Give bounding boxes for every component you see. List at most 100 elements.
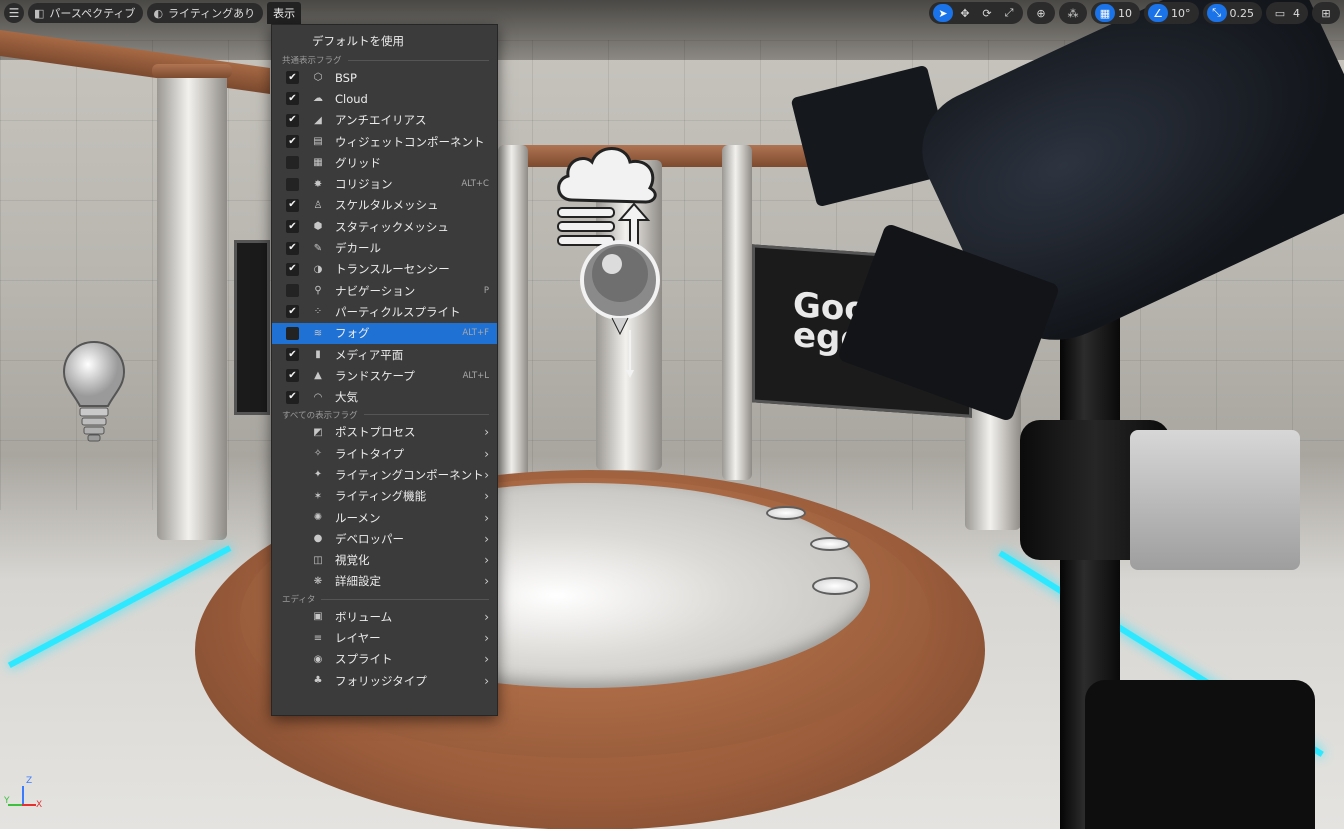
camera-speed-button[interactable]: ▭ [1270,4,1290,22]
submenu-item[interactable]: ▣ ボリューム › [272,606,497,627]
show-flag-checkbox[interactable] [286,177,299,191]
show-flag-checkbox[interactable]: ✔ [286,369,299,383]
volume-icon: ▣ [313,611,323,623]
lit-sphere-icon: ◐ [153,6,164,20]
axis-z-line [22,786,24,806]
show-flag-item[interactable]: ✔ ◢ アンチエイリアス [272,110,497,131]
show-flag-item[interactable]: ⚲ ナビゲーション P [272,280,497,301]
show-flag-checkbox[interactable] [286,284,299,298]
grid-snap-value[interactable]: 10 [1117,7,1136,20]
section-divider [321,598,489,600]
submenu-item[interactable]: ✺ ルーメン › [272,507,497,528]
all-flags-header: すべての表示フラグ [282,410,358,421]
antialias-icon: ◢ [314,114,322,126]
show-flag-item[interactable]: ✔ ✎ デカール [272,237,497,258]
show-flag-checkbox[interactable] [286,156,299,170]
show-flag-item[interactable]: ✔ ▲ ランドスケープ ALT+L [272,365,497,386]
section-divider [363,414,489,416]
submenu-item[interactable]: ♣ フォリッジタイプ › [272,670,497,691]
editor-flags-list: ▣ ボリューム › ≡ レイヤー › ◉ スプライト › ♣ フォリッジタイプ › [272,606,497,691]
show-flag-checkbox[interactable]: ✔ [286,305,299,319]
show-flag-checkbox[interactable]: ✔ [286,241,299,255]
show-flag-checkbox[interactable]: ✔ [286,198,299,212]
tv-camera[interactable] [1130,430,1300,570]
submenu-item[interactable]: ❋ 詳細設定 › [272,571,497,592]
grid-icon: ▦ [313,157,323,169]
axis-gizmo: Z X Y [4,776,44,816]
grid-snap-group: ▦ 10 [1091,2,1140,24]
submenu-item[interactable]: ✶ ライティング機能 › [272,486,497,507]
chevron-right-icon: › [484,652,489,667]
point-light-icon[interactable] [62,340,126,444]
world-space-button[interactable]: ⊕ [1031,4,1051,22]
scale-tool-button[interactable]: ⤢ [999,4,1019,22]
show-flag-item[interactable]: ✔ ▮ メディア平面 [272,344,497,365]
submenu-item[interactable]: ≡ レイヤー › [272,627,497,648]
show-flag-item[interactable]: ✔ ◑ トランスルーセンシー [272,259,497,280]
submenu-item[interactable]: ✧ ライトタイプ › [272,443,497,464]
axis-x-line [22,804,36,806]
show-flag-checkbox[interactable]: ✔ [286,348,299,361]
perspective-button[interactable]: ◧ パースペクティブ [28,3,144,23]
show-flag-checkbox[interactable] [286,326,299,340]
submenu-label: ライティングコンポーネント [335,467,484,482]
show-flag-checkbox[interactable]: ✔ [286,71,299,85]
submenu-item[interactable]: ● デベロッパー › [272,528,497,549]
stage-floor-light[interactable] [766,506,806,520]
show-flag-item[interactable]: ✔ ◠ 大気 [272,386,497,407]
rotate-tool-button[interactable]: ⟳ [977,4,997,22]
post-process-icon: ◩ [313,426,323,438]
submenu-item[interactable]: ◫ 視覚化 › [272,550,497,571]
scale-snap-value[interactable]: 0.25 [1229,7,1259,20]
submenu-item[interactable]: ✦ ライティングコンポーネント › [272,464,497,485]
show-flag-item[interactable]: ✔ ⬢ スタティックメッシュ [272,216,497,237]
select-tool-button[interactable]: ➤ [933,4,953,22]
submenu-label: ボリューム [335,609,393,624]
collision-icon: ✸ [313,178,323,190]
show-flag-checkbox[interactable]: ✔ [286,390,299,404]
use-defaults-item[interactable]: デフォルトを使用 [272,29,497,53]
grid-snap-toggle[interactable]: ▦ [1095,4,1115,22]
camera-speed-value[interactable]: 4 [1292,7,1304,20]
sky-atmosphere-icon[interactable] [552,140,662,380]
show-flag-item[interactable]: ✔ ☁ Cloud [272,88,497,109]
show-flag-label: メディア平面 [335,347,404,362]
show-flag-item[interactable]: ✔ ▤ ウィジェットコンポーネント [272,131,497,152]
stage-floor-light[interactable] [812,577,858,595]
level-viewport[interactable]: Good egg Z X Y [0,0,1344,829]
static-mesh-icon: ⬢ [313,221,323,233]
scale-snap-toggle[interactable]: ⤡ [1206,4,1227,22]
stage-floor-light[interactable] [810,537,850,551]
surface-snap-group: ⁂ [1059,2,1087,24]
show-flag-checkbox[interactable]: ✔ [286,92,299,106]
show-flag-label: アンチエイリアス [335,113,427,128]
grid-icon: ▦ [1099,6,1111,20]
column [722,145,752,480]
surface-snap-icon: ⁂ [1067,6,1079,20]
all-flags-list: ◩ ポストプロセス › ✧ ライトタイプ › ✦ ライティングコンポーネント › ✶ ライティング機… [272,422,497,592]
show-flag-item[interactable]: ≋ フォグ ALT+F [272,322,497,344]
submenu-item[interactable]: ◉ スプライト › [272,649,497,670]
viewport-menu-button[interactable]: ☰ [4,3,24,23]
submenu-item[interactable]: ◩ ポストプロセス › [272,422,497,443]
show-menu-button[interactable]: 表示 [267,2,302,24]
show-flag-checkbox[interactable]: ✔ [286,113,299,127]
scale-snap-group: ⤡ 0.25 [1202,2,1262,24]
move-tool-button[interactable]: ✥ [955,4,975,22]
checkmark-icon: ✔ [288,114,297,126]
view-mode-button[interactable]: ◐ ライティングあり [147,3,264,23]
show-flag-checkbox[interactable]: ✔ [286,135,299,149]
cube-icon: ◧ [34,6,45,20]
show-flags-menu: デフォルトを使用 共通表示フラグ ✔ ⬡ BSP ✔ ☁ Cloud ✔ ◢ アンチエイリアス ✔… [271,24,498,716]
show-flag-item[interactable]: ✔ ⬡ BSP [272,67,497,88]
show-flag-item[interactable]: ▦ グリッド [272,152,497,173]
show-flag-checkbox[interactable]: ✔ [286,262,299,276]
rotation-snap-toggle[interactable]: ∠ [1148,4,1168,22]
surface-snap-button[interactable]: ⁂ [1063,4,1083,22]
viewport-layout-button[interactable]: ⊞ [1316,4,1336,22]
show-flag-item[interactable]: ✔ ⁘ パーティクルスプライト [272,301,497,322]
show-flag-item[interactable]: ✸ コリジョン ALT+C [272,173,497,194]
show-flag-item[interactable]: ✔ ♙ スケルタルメッシュ [272,195,497,216]
rotation-snap-value[interactable]: 10° [1170,7,1195,20]
show-flag-checkbox[interactable]: ✔ [286,220,299,234]
